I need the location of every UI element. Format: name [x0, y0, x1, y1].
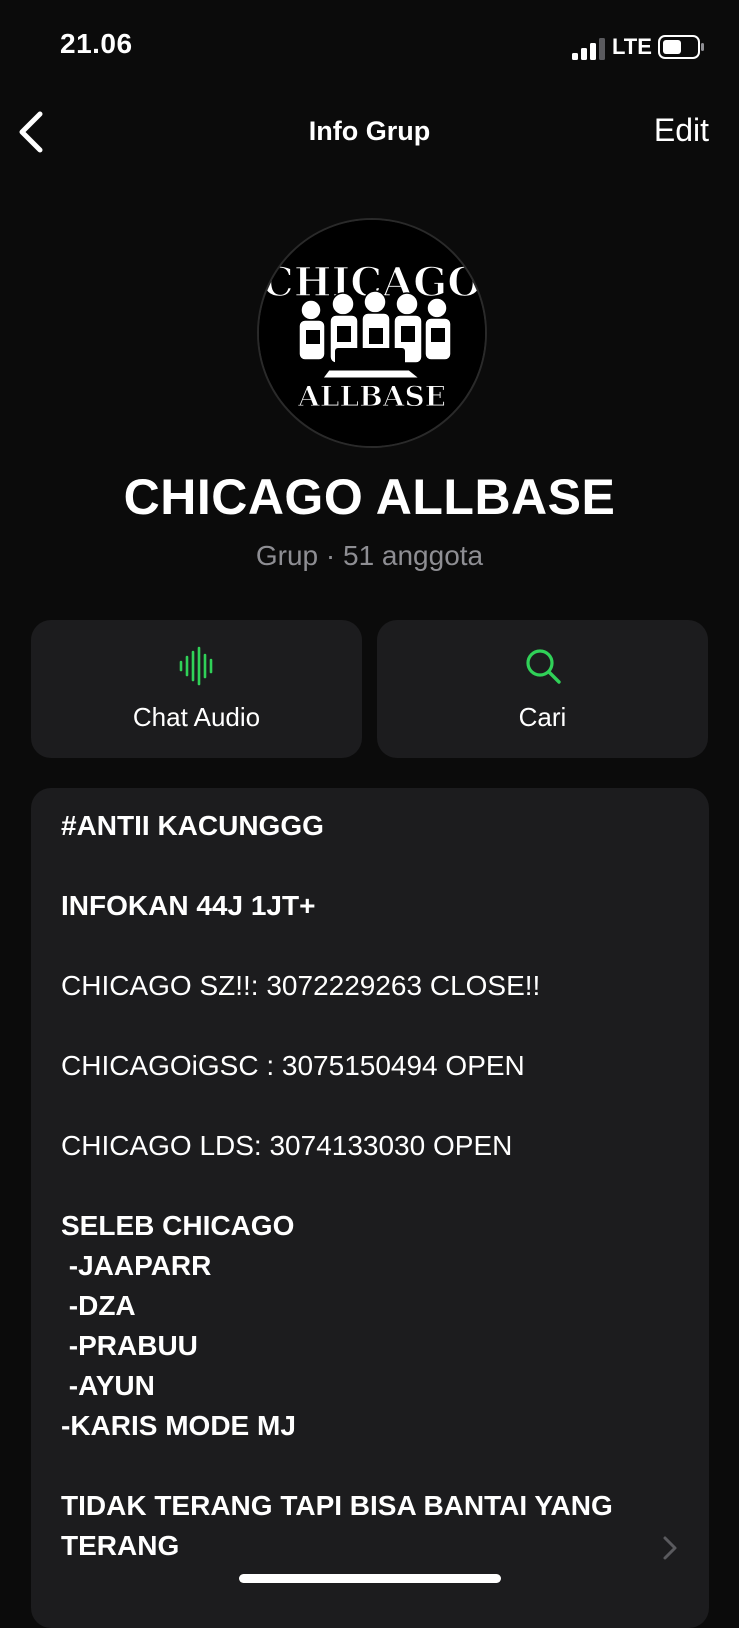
cellular-signal-icon [572, 38, 605, 60]
description-line: SELEB CHICAGO [61, 1210, 295, 1241]
description-line: -JAAPARR [61, 1250, 212, 1281]
search-icon [525, 649, 561, 684]
description-line [61, 1086, 661, 1126]
audio-waveform-icon [179, 646, 212, 686]
group-avatar[interactable]: CHICAGO ALLBASE [257, 218, 487, 448]
description-line: CHICAGO LDS: 3074133030 OPEN [61, 1130, 513, 1161]
network-type-label: LTE [612, 34, 652, 59]
chevron-right-icon [663, 1536, 677, 1560]
group-member-count: Grup · 51 anggota [255, 540, 484, 571]
description-line [61, 926, 661, 966]
description-line: CHICAGO SZ!!: 3072229263 CLOSE!! [61, 970, 541, 1001]
status-time: 21.06 [60, 28, 133, 59]
search-label: Cari [518, 702, 567, 732]
group-description-card[interactable]: #ANTII KACUNGGG INFOKAN 44J 1JT+ CHICAGO… [31, 788, 709, 1628]
description-line [61, 1446, 661, 1486]
home-indicator[interactable] [239, 1574, 501, 1583]
search-button[interactable]: Cari [377, 620, 708, 758]
group-description: #ANTII KACUNGGG INFOKAN 44J 1JT+ CHICAGO… [61, 806, 661, 1566]
description-line [61, 846, 661, 886]
description-line: -AYUN [61, 1370, 155, 1401]
description-line: -PRABUU [61, 1330, 198, 1361]
description-line: #ANTII KACUNGGG [61, 810, 324, 841]
page-title: Info Grup [308, 116, 431, 146]
description-line: -DZA [61, 1290, 136, 1321]
status-bar: 21.06 LTE [0, 0, 739, 96]
edit-button[interactable]: Edit [654, 112, 709, 149]
group-name: CHICAGO ALLBASE [123, 469, 616, 525]
description-line: INFOKAN 44J 1JT+ [61, 890, 316, 921]
description-line: CHICAGOiGSC : 3075150494 OPEN [61, 1050, 525, 1081]
avatar-text-bottom: ALLBASE [297, 380, 446, 413]
group-avatar-image: CHICAGO ALLBASE [259, 220, 485, 446]
chat-audio-label: Chat Audio [132, 702, 261, 732]
description-line: -KARIS MODE MJ [61, 1410, 296, 1441]
description-line [61, 1006, 661, 1046]
description-line [61, 1166, 661, 1206]
battery-icon [658, 35, 704, 59]
chat-audio-button[interactable]: Chat Audio [31, 620, 362, 758]
description-line: TIDAK TERANG TAPI BISA BANTAI YANG TERAN… [61, 1490, 613, 1561]
